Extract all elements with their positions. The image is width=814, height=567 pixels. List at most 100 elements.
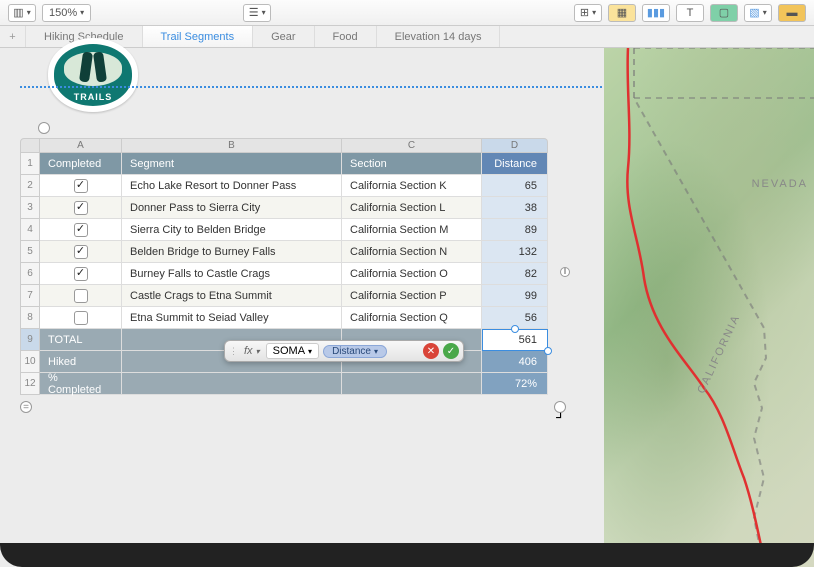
row-header[interactable]: 9 [20,329,40,351]
cell-segment[interactable]: Sierra City to Belden Bridge [122,219,342,241]
cell-segment[interactable]: Castle Crags to Etna Summit [122,285,342,307]
cell-completed[interactable]: ✓ [40,175,122,197]
row-header[interactable]: 6 [20,263,40,285]
cell-completed[interactable]: ✓ [40,241,122,263]
cell-completed[interactable]: ✓ [40,263,122,285]
cell-footer-label[interactable]: % Completed [40,373,122,395]
col-header-b[interactable]: B [122,138,342,153]
table-icon: ▦ [617,6,627,19]
toolbar: ▥▾ 150%▾ ☰▾ ⊞▾ ▦ ▮▮▮ T ▢ ▧▾ ▬ [0,0,814,26]
tab-gear[interactable]: Gear [253,26,314,47]
table-handle-bottom-right[interactable]: ⌟ [554,401,566,413]
tab-elevation[interactable]: Elevation 14 days [377,26,501,47]
cell-distance[interactable]: 82 [482,263,548,285]
cancel-formula-button[interactable]: ✕ [423,343,439,359]
text-button[interactable]: T [676,4,704,22]
tab-trail-segments[interactable]: Trail Segments [143,26,254,47]
function-name[interactable]: SOMA▾ [266,343,319,359]
tab-food[interactable]: Food [315,26,377,47]
cell-section[interactable]: California Section M [342,219,482,241]
col-header-a[interactable]: A [40,138,122,153]
cell-footer-label[interactable]: Hiked [40,351,122,373]
header-distance[interactable]: Distance [482,153,548,175]
cell-footer-value[interactable]: 406 [482,351,548,373]
cell-distance[interactable]: 65 [482,175,548,197]
fx-menu[interactable]: fx ▾ [242,345,262,357]
col-header-c[interactable]: C [342,138,482,153]
checkbox-checked-icon[interactable]: ✓ [74,223,88,237]
cell-section[interactable]: California Section P [342,285,482,307]
tab-label: Food [333,31,358,43]
media-button[interactable]: ▧▾ [744,4,772,22]
table-row: 5 ✓ Belden Bridge to Burney FallsCaliforni… [20,241,548,263]
formula-grip-icon[interactable]: ⋮ [229,346,238,357]
header-completed[interactable]: Completed [40,153,122,175]
row-header[interactable]: 10 [20,351,40,373]
row-header[interactable]: 1 [20,153,40,175]
cell-section[interactable]: California Section K [342,175,482,197]
cell-distance[interactable]: 132 [482,241,548,263]
cell-section[interactable]: California Section L [342,197,482,219]
cell-distance[interactable]: 99 [482,285,548,307]
chart-icon: ▮▮▮ [647,6,665,19]
list-button[interactable]: ☰▾ [243,4,271,22]
cell-completed[interactable]: ✓ [40,197,122,219]
cell-footer-value[interactable]: 72% [482,373,548,395]
cell-empty[interactable] [342,373,482,395]
insert-button[interactable]: ⊞▾ [574,4,602,22]
checkbox-checked-icon[interactable]: ✓ [74,179,88,193]
row-header[interactable]: 12 [20,373,40,395]
checkbox-checked-icon[interactable]: ✓ [74,201,88,215]
row-header[interactable]: 3 [20,197,40,219]
row-header[interactable]: 4 [20,219,40,241]
cell-completed[interactable]: ✓ [40,219,122,241]
add-sheet-button[interactable]: + [0,26,26,47]
comment-button[interactable]: ▬ [778,4,806,22]
checkbox-icon[interactable] [74,289,88,303]
row-header[interactable]: 5 [20,241,40,263]
tab-label: Gear [271,31,295,43]
table-handle-top[interactable] [38,122,50,134]
cell-segment[interactable]: Belden Bridge to Burney Falls [122,241,342,263]
chart-button[interactable]: ▮▮▮ [642,4,670,22]
row-header[interactable]: 8 [20,307,40,329]
cell-completed[interactable] [40,285,122,307]
view-button[interactable]: ▥▾ [8,4,36,22]
cell-total-distance[interactable]: 561 [482,329,548,351]
checkbox-icon[interactable] [74,311,88,325]
row-header[interactable]: 2 [20,175,40,197]
cell-section[interactable]: California Section N [342,241,482,263]
cell-section[interactable]: California Section O [342,263,482,285]
cell-completed[interactable] [40,307,122,329]
table-handle-right[interactable]: ‖ [560,267,570,277]
cell-segment[interactable]: Echo Lake Resort to Donner Pass [122,175,342,197]
map-label-nevada: NEVADA [752,178,808,190]
accept-formula-button[interactable]: ✓ [443,343,459,359]
table-row: 3 ✓ Donner Pass to Sierra CityCalifornia S… [20,197,548,219]
zoom-select[interactable]: 150%▾ [42,4,91,22]
col-header-d[interactable]: D [482,138,548,153]
map-image: NEVADA CALIFORNIA [604,48,814,567]
formula-token[interactable]: Distance▾ [323,345,387,358]
table-handle-bottom-left[interactable]: = [20,401,32,413]
cell-distance[interactable]: 89 [482,219,548,241]
cell-footer-label[interactable]: TOTAL [40,329,122,351]
row-header[interactable]: 7 [20,285,40,307]
header-section[interactable]: Section [342,153,482,175]
shape-button[interactable]: ▢ [710,4,738,22]
table-row: 2 ✓ Echo Lake Resort to Donner PassCalifor… [20,175,548,197]
corner-cell[interactable] [20,138,40,153]
zoom-value: 150% [49,7,77,19]
cell-distance[interactable]: 38 [482,197,548,219]
checkbox-checked-icon[interactable]: ✓ [74,245,88,259]
cell-segment[interactable]: Donner Pass to Sierra City [122,197,342,219]
header-segment[interactable]: Segment [122,153,342,175]
cell-segment[interactable]: Etna Summit to Seiad Valley [122,307,342,329]
table-button[interactable]: ▦ [608,4,636,22]
cell-section[interactable]: California Section Q [342,307,482,329]
cell-empty[interactable] [122,373,342,395]
checkbox-checked-icon[interactable]: ✓ [74,267,88,281]
cell-segment[interactable]: Burney Falls to Castle Crags [122,263,342,285]
table-row: 4 ✓ Sierra City to Belden BridgeCalifornia… [20,219,548,241]
formula-editor[interactable]: ⋮ fx ▾ SOMA▾ Distance▾ ✕ ✓ [224,340,464,362]
